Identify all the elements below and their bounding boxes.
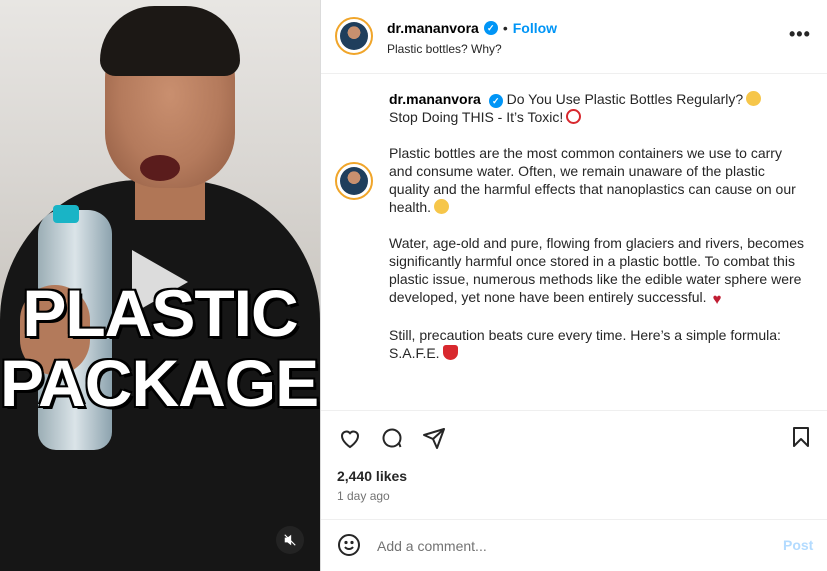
save-button[interactable]: [789, 425, 815, 451]
share-button[interactable]: [421, 425, 447, 451]
post-caption: dr.mananvora ✓ Do You Use Plastic Bottle…: [321, 74, 827, 410]
caption-username[interactable]: dr.mananvora: [389, 91, 481, 107]
comment-bar: Post: [321, 519, 827, 571]
shield-icon: [442, 344, 458, 360]
mute-button[interactable]: [276, 526, 304, 554]
post-header: dr.mananvora ✓ • Follow Plastic bottles?…: [321, 0, 827, 74]
verified-badge-icon: ✓: [488, 94, 503, 108]
follow-button[interactable]: Follow: [513, 20, 557, 36]
caption-avatar[interactable]: [335, 162, 373, 200]
no-entry-icon: [566, 109, 582, 124]
header-username[interactable]: dr.mananvora: [387, 20, 479, 36]
post-video[interactable]: PLASTIC PACKAGED: [0, 0, 320, 571]
comment-input[interactable]: [377, 536, 757, 556]
caption-line2: Stop Doing THIS - It’s Toxic!: [389, 109, 564, 125]
broken-heart-icon: ♥: [712, 291, 722, 308]
verified-badge-icon: ✓: [483, 21, 498, 35]
video-overlay-line1: PLASTIC: [22, 276, 298, 350]
comment-button[interactable]: [379, 425, 405, 451]
bookmark-icon: [793, 427, 809, 447]
post-modal: PLASTIC PACKAGED dr.mananvora ✓ • Follow…: [0, 0, 827, 571]
thinking-face-icon: [746, 91, 762, 106]
audio-subtitle[interactable]: Plastic bottles? Why?: [387, 42, 502, 56]
caption-paragraph-2: Water, age-old and pure, flowing from gl…: [389, 235, 805, 305]
like-button[interactable]: [337, 425, 363, 451]
post-comment-button[interactable]: Post: [783, 537, 813, 553]
post-timestamp[interactable]: 1 day ago: [337, 489, 390, 503]
heart-icon: [340, 430, 360, 449]
avatar[interactable]: [335, 17, 373, 55]
shocked-face-icon: [434, 199, 450, 214]
comment-icon: [382, 428, 402, 448]
caption-headline: Do You Use Plastic Bottles Regularly?: [506, 91, 744, 107]
video-overlay-line2: PACKAGED: [0, 346, 320, 420]
like-count[interactable]: 2,440 likes: [337, 468, 407, 484]
post-details-panel: dr.mananvora ✓ • Follow Plastic bottles?…: [320, 0, 827, 571]
post-actions: 2,440 likes 1 day ago Post: [321, 410, 827, 570]
separator-dot: •: [502, 20, 508, 36]
speaker-muted-icon: [284, 534, 296, 546]
emoji-button[interactable]: [337, 533, 363, 559]
paper-plane-icon: [423, 428, 445, 449]
smiley-icon: [338, 534, 360, 556]
caption-paragraph-1: Plastic bottles are the most common cont…: [389, 145, 796, 215]
more-options-icon[interactable]: •••: [789, 24, 811, 45]
